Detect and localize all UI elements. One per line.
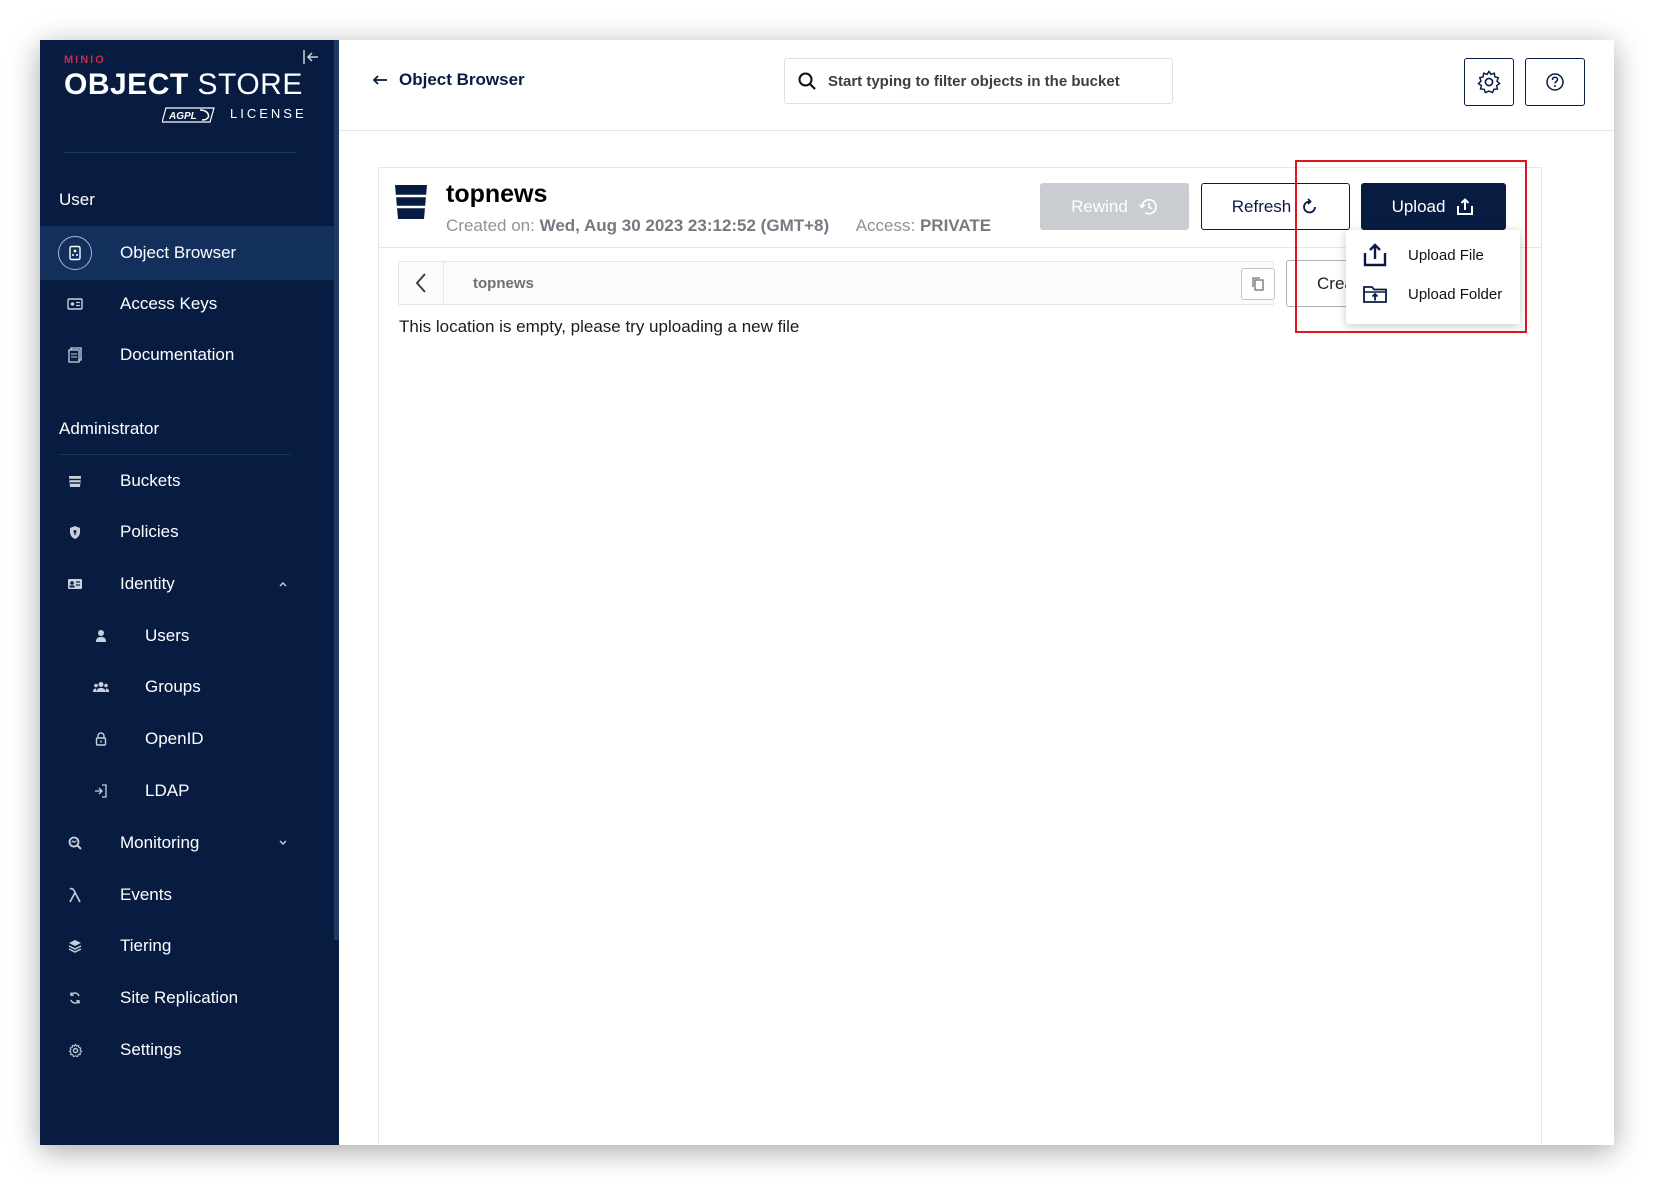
page-title: Object Browser [399,70,525,89]
identity-card-icon [58,567,92,601]
bucket-icon [58,464,92,498]
sidebar-item-users[interactable]: Users [40,609,334,663]
object-store-logo: OBJECT STORE [64,68,303,101]
sidebar-item-access-keys[interactable]: Access Keys [40,277,334,331]
sidebar-item-label: Events [120,885,172,904]
user-icon [84,619,118,653]
sidebar-item-label: Buckets [120,471,181,490]
sidebar-item-settings[interactable]: Settings [40,1023,334,1077]
sidebar-section-user: User [59,190,95,209]
sidebar-item-label: Identity [120,574,175,593]
sidebar-item-label: Site Replication [120,988,239,1007]
chevron-up-icon[interactable] [276,577,290,591]
app-window: MINIO OBJECT STORE AGPL LICENSE User Obj… [40,40,1614,1145]
settings-button[interactable] [1464,58,1514,106]
sidebar-item-site-replication[interactable]: Site Replication [40,971,334,1025]
access-value: PRIVATE [919,216,992,235]
svg-text:AGPL: AGPL [168,111,197,122]
agpl-logo-icon: AGPL [162,107,215,123]
gear-icon [1477,70,1501,94]
license-label: LICENSE [230,106,307,121]
lock-icon [84,722,118,756]
sidebar-item-label: Policies [120,522,179,541]
sidebar-item-label: Settings [120,1040,182,1059]
breadcrumb-back-button[interactable] [399,262,444,304]
highlight-annotation [1295,160,1527,333]
created-value: Wed, Aug 30 2023 23:12:52 (GMT+8) [539,216,830,235]
sidebar-item-label: Documentation [120,345,235,364]
sidebar-item-openid[interactable]: OpenID [40,712,334,766]
chevron-left-icon [415,273,426,293]
bucket-name: topnews [446,180,548,208]
sidebar-item-documentation[interactable]: Documentation [40,328,334,382]
back-to-object-browser-button[interactable]: Object Browser [372,70,525,90]
sidebar-item-label: Users [145,626,190,645]
sidebar-divider [64,152,296,153]
sidebar-scrollbar[interactable] [334,40,339,940]
sidebar-item-label: Tiering [120,936,172,955]
search-placeholder: Start typing to filter objects in the bu… [828,72,1120,90]
breadcrumb-path[interactable]: topnews [473,275,534,292]
sidebar-item-label: Groups [145,677,201,696]
documentation-icon [58,338,92,372]
collapse-sidebar-icon[interactable] [302,48,320,66]
rewind-button[interactable]: Rewind [1040,183,1189,230]
gear-icon [58,1033,92,1067]
sidebar-item-tiering[interactable]: Tiering [40,919,334,973]
empty-state-message: This location is empty, please try uploa… [399,317,800,336]
history-icon [1138,198,1157,215]
lambda-icon [58,878,92,912]
sidebar-item-identity[interactable]: Identity [40,557,334,611]
copy-path-button[interactable] [1241,268,1275,300]
login-icon [84,774,118,808]
page-header: Object Browser Start typing to filter ob… [339,40,1614,131]
copy-icon [1252,277,1264,291]
sidebar-item-monitoring[interactable]: Monitoring [40,816,334,870]
sidebar-item-buckets[interactable]: Buckets [40,454,334,508]
sidebar-item-policies[interactable]: Policies [40,505,334,559]
shield-icon [58,515,92,549]
sidebar-item-label: LDAP [145,781,190,800]
sidebar-item-label: Object Browser [120,243,237,262]
sidebar-item-object-browser[interactable]: Object Browser [40,226,334,280]
sidebar-item-events[interactable]: Events [40,868,334,922]
group-icon [84,670,118,704]
sidebar-item-groups[interactable]: Groups [40,660,334,714]
search-input[interactable]: Start typing to filter objects in the bu… [784,58,1173,104]
help-icon [1546,73,1564,91]
access-keys-icon [58,287,92,321]
object-browser-icon [58,236,92,270]
arrow-left-icon [372,75,387,85]
access-label: Access: [855,216,916,235]
chevron-down-icon[interactable] [276,836,290,850]
sidebar: MINIO OBJECT STORE AGPL LICENSE User Obj… [40,40,339,1145]
sidebar-item-label: OpenID [145,729,204,748]
sidebar-section-administrator: Administrator [59,419,160,438]
sidebar-item-label: Monitoring [120,833,200,852]
created-label: Created on: [446,216,535,235]
breadcrumb: topnews [398,261,1275,305]
help-button[interactable] [1525,58,1585,106]
bucket-meta: Created on: Wed, Aug 30 2023 23:12:52 (G… [446,216,991,236]
sidebar-item-label: Access Keys [120,294,218,313]
minio-logo-text: MINIO [64,54,106,66]
search-icon [798,72,816,90]
sync-icon [58,981,92,1015]
bucket-icon [395,185,427,219]
layers-icon [58,929,92,963]
sidebar-item-ldap[interactable]: LDAP [40,764,334,818]
magnifier-icon [58,826,92,860]
